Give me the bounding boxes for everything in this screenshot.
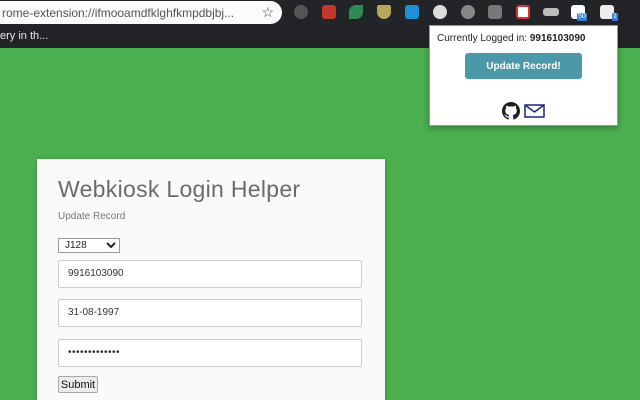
- page-subtitle: Update Record: [58, 211, 126, 222]
- star-icon[interactable]: ☆: [261, 4, 274, 21]
- submit-button[interactable]: Submit: [58, 376, 98, 393]
- enrollment-field[interactable]: 9916103090: [58, 260, 362, 288]
- campus-select[interactable]: J128: [58, 238, 120, 253]
- logged-in-status: Currently Logged in: 9916103090: [437, 33, 585, 44]
- ext-gray-icon[interactable]: [461, 5, 475, 19]
- extension-popup: Currently Logged in: 9916103090 Update R…: [429, 25, 618, 126]
- password-field[interactable]: •••••••••••••: [58, 339, 362, 367]
- ext-shield-icon[interactable]: [377, 5, 391, 19]
- ext-wrench-icon[interactable]: [488, 5, 502, 19]
- ext-red-book-icon[interactable]: [322, 5, 336, 19]
- ext-dark-circle-icon[interactable]: [294, 5, 308, 19]
- ext-battery-icon[interactable]: [543, 8, 559, 16]
- page-title: Webkiosk Login Helper: [58, 176, 301, 202]
- badge-count: 50: [577, 13, 587, 21]
- browser-toolbar: rome-extension://ifmooamdfklghfkmpdbjbj.…: [0, 0, 640, 27]
- ext-red-x-icon[interactable]: [516, 5, 530, 19]
- update-record-button[interactable]: Update Record!: [465, 53, 582, 79]
- logged-in-label: Currently Logged in:: [437, 33, 528, 44]
- logged-in-user: 9916103090: [529, 33, 586, 44]
- dob-field[interactable]: 31-08-1997: [58, 299, 362, 327]
- ext-green-leaf-icon[interactable]: [349, 5, 363, 19]
- address-bar[interactable]: rome-extension://ifmooamdfklghfkmpdbjbj.…: [0, 1, 282, 24]
- badge-count-2: 1: [612, 13, 618, 21]
- bookmark-item[interactable]: ery in th...: [0, 30, 48, 42]
- ext-blue-doc-icon[interactable]: [405, 5, 419, 19]
- github-icon[interactable]: [502, 102, 520, 120]
- mail-icon[interactable]: [524, 104, 545, 118]
- address-url[interactable]: rome-extension://ifmooamdfklghfkmpdbjbj.…: [0, 6, 252, 20]
- ext-block-icon[interactable]: [433, 5, 447, 19]
- login-card: Webkiosk Login Helper Update Record J128…: [37, 159, 385, 400]
